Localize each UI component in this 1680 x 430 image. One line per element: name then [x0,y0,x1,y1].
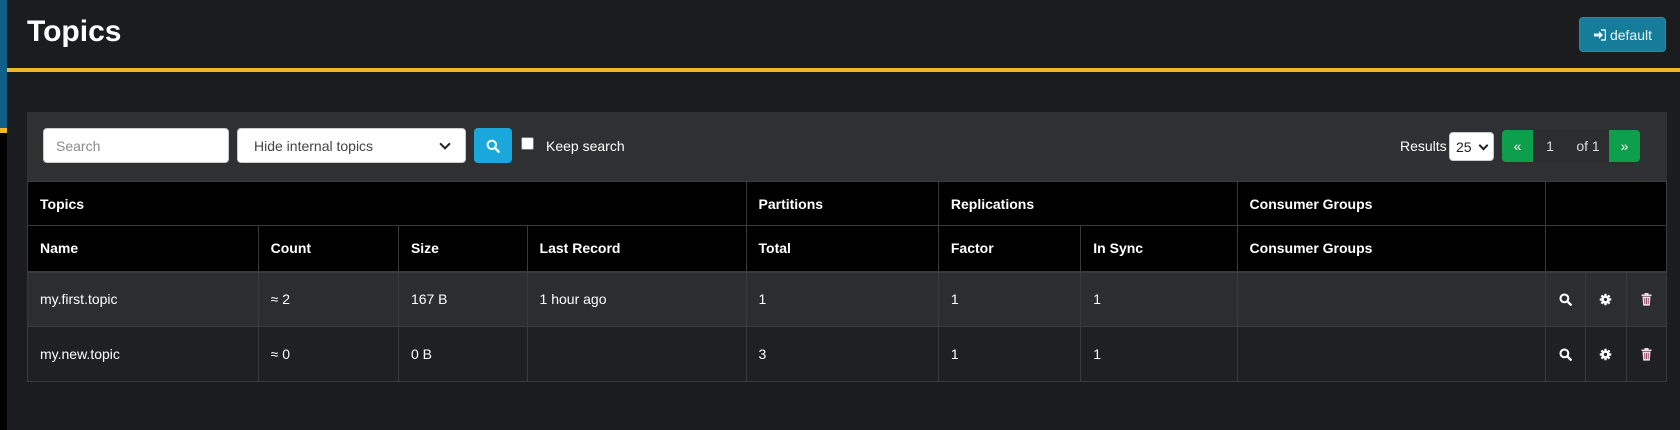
view-topic-button[interactable] [1547,279,1584,319]
gear-icon [1600,293,1612,306]
view-topic-cell [1544,326,1587,382]
delete-topic-button[interactable] [1628,279,1665,319]
left-edge-gold-mark [0,128,7,133]
group-header-consumer-groups: Consumer Groups [1236,181,1546,226]
view-topic-button[interactable] [1547,334,1584,374]
topic-filter-select[interactable]: Hide internal topics [237,128,466,163]
pagination: « 1 of 1 » [1502,130,1640,162]
table-column-header-row: Name Count Size Last Record Total Factor… [27,225,1668,273]
configure-topic-cell [1585,326,1627,382]
trash-icon [1641,292,1652,306]
table-group-header-row: Topics Partitions Replications Consumer … [27,181,1668,226]
topic-name[interactable]: my.new.topic [27,326,259,382]
previous-page-button[interactable]: « [1502,130,1533,162]
view-topic-cell [1544,271,1587,327]
column-header-consumer-groups[interactable]: Consumer Groups [1236,225,1546,273]
search-icon [1559,347,1572,361]
delete-topic-button[interactable] [1628,334,1665,374]
configure-topic-button[interactable] [1587,334,1624,374]
group-header-topics: Topics [27,181,747,226]
replication-factor: 1 [937,271,1082,327]
search-button[interactable] [474,128,512,163]
left-edge-accent [0,0,7,128]
topic-size: 0 B [397,326,528,382]
topics-panel: Hide internal topics Keep search Results… [27,112,1668,386]
topic-name[interactable]: my.first.topic [27,271,259,327]
topic-consumer-groups [1236,326,1546,382]
page-header: Topics default [7,0,1680,70]
topics-table: Topics Partitions Replications Consumer … [27,181,1668,382]
topic-consumer-groups [1236,271,1546,327]
left-edge-strip [0,0,7,430]
replication-in-sync: 1 [1080,326,1238,382]
topic-count: ≈ 2 [257,271,399,327]
keep-search-checkbox[interactable] [521,137,534,150]
table-row[interactable]: my.new.topic ≈ 0 0 B 3 1 1 [27,326,1668,382]
topic-size: 167 B [397,271,528,327]
partitions-total: 1 [745,271,939,327]
group-header-replications: Replications [937,181,1238,226]
group-header-partitions: Partitions [745,181,939,226]
next-page-button[interactable]: » [1609,130,1640,162]
topic-count: ≈ 0 [257,326,399,382]
partitions-total: 3 [745,326,939,382]
column-header-total[interactable]: Total [745,225,939,273]
results-label: Results [1400,138,1447,154]
replication-factor: 1 [937,326,1082,382]
keep-search-label: Keep search [546,138,625,154]
column-header-actions [1544,225,1668,273]
table-row[interactable]: my.first.topic ≈ 2 167 B 1 hour ago 1 1 … [27,271,1668,327]
search-icon [486,139,500,153]
column-header-in-sync[interactable]: In Sync [1080,225,1238,273]
page-count: of 1 [1567,130,1609,162]
page-title: Topics [27,15,122,48]
current-page[interactable]: 1 [1533,130,1567,162]
column-header-last-record[interactable]: Last Record [526,225,747,273]
topic-last-record [526,326,747,382]
sign-in-icon [1593,28,1606,41]
configure-topic-cell [1585,271,1627,327]
group-header-actions [1544,181,1668,226]
search-input[interactable] [43,128,229,163]
results-per-page-select[interactable]: 25 [1449,132,1494,161]
header-divider [7,68,1680,72]
cluster-login-button[interactable]: default [1579,17,1666,52]
column-header-name[interactable]: Name [27,225,259,273]
results-per-page-value: 25 [1456,138,1472,155]
topic-filter-value: Hide internal topics [254,137,374,154]
gear-icon [1600,348,1612,360]
delete-topic-cell [1625,326,1668,382]
topic-last-record: 1 hour ago [526,271,747,327]
chevron-down-icon [439,137,451,150]
cluster-name: default [1609,26,1653,43]
search-icon [1559,293,1572,306]
delete-topic-cell [1625,271,1668,327]
replication-in-sync: 1 [1080,271,1238,327]
configure-topic-button[interactable] [1587,279,1624,319]
column-header-size[interactable]: Size [397,225,528,273]
trash-icon [1641,347,1652,361]
chevron-down-icon [1478,140,1489,150]
column-header-count[interactable]: Count [257,225,399,273]
column-header-factor[interactable]: Factor [937,225,1082,273]
search-toolbar: Hide internal topics Keep search Results… [27,112,1667,181]
